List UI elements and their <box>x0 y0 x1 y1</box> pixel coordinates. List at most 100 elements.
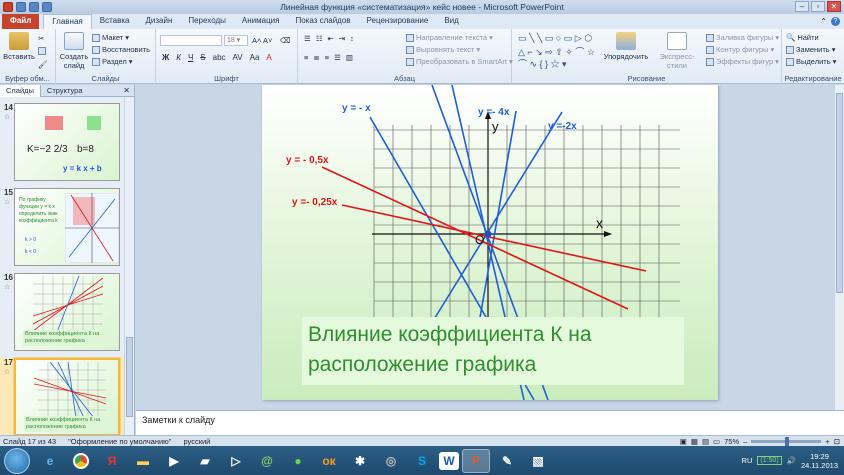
powerpoint-taskbar-icon[interactable]: P <box>462 448 490 473</box>
slide-title[interactable]: Влияние коэффициента К на расположение г… <box>302 317 684 385</box>
close-button[interactable]: ✕ <box>827 1 841 12</box>
zoom-slider-knob[interactable] <box>785 436 790 446</box>
shape-outline-button[interactable]: Контур фигуры ▾ <box>706 45 774 54</box>
font-size-select[interactable]: 18 ▾ <box>224 35 248 46</box>
clipboard-group: Вставить ✂ 🖌 Буфер обм... <box>0 29 56 84</box>
align-text-button[interactable]: Выровнять текст ▾ <box>406 45 480 54</box>
sorter-view-icon[interactable]: ▦ <box>691 437 698 446</box>
normal-view-icon[interactable]: ▣ <box>680 437 687 446</box>
font-family-select[interactable] <box>160 35 222 46</box>
label-neg-2x: y =-2x <box>548 121 577 132</box>
zoom-slider[interactable] <box>751 436 822 446</box>
slide-thumbnail[interactable]: K=−2 2/3 b=8 y = k x + b <box>14 103 120 181</box>
tab-structure-panel[interactable]: Структура <box>41 85 89 97</box>
media-player-icon[interactable]: ▶ <box>160 449 188 473</box>
format-painter-icon[interactable]: 🖌 <box>38 60 48 69</box>
minimize-button[interactable]: – <box>795 1 809 12</box>
paint-icon[interactable]: ▧ <box>524 449 552 473</box>
mail-icon[interactable]: @ <box>253 449 281 473</box>
maximize-button[interactable]: ▫ <box>811 1 825 12</box>
x-axis-label: x <box>596 215 603 231</box>
theme-name[interactable]: "Оформление по умолчанию" <box>68 437 171 446</box>
origin-point <box>484 230 492 238</box>
tab-slideshow[interactable]: Показ слайдов <box>287 14 358 29</box>
network-app-icon[interactable]: ◎ <box>377 449 405 473</box>
paste-button[interactable]: Вставить <box>3 32 35 61</box>
align-buttons[interactable]: ≡ ≣ ≡ ☰ ▥ <box>304 53 353 62</box>
slide-editor: y = - x y =- 4x y =-2x y = - 0,5x y =- 0… <box>136 85 844 410</box>
language-indicator[interactable]: RU <box>742 456 753 465</box>
odnoklassniki-icon[interactable]: ок <box>315 449 343 473</box>
tab-slides-panel[interactable]: Слайды <box>0 84 41 97</box>
current-slide[interactable]: y = - x y =- 4x y =-2x y = - 0,5x y =- 0… <box>262 85 718 400</box>
folder-icon[interactable]: ▰ <box>191 449 219 473</box>
shapes-gallery-row3[interactable]: ⌒ ∿ { } ☆ ▾ <box>518 57 567 70</box>
tab-home[interactable]: Главная <box>43 14 92 29</box>
new-slide-button[interactable]: Создать слайд <box>60 32 88 70</box>
slide-thumbnail[interactable]: Влияние коэффициента К на расположение г… <box>14 273 120 351</box>
label-neg-4x: y =- 4x <box>478 107 510 118</box>
zoom-level[interactable]: 75% <box>724 437 739 446</box>
smartart-button[interactable]: Преобразовать в SmartArt ▾ <box>406 57 513 66</box>
qip-icon[interactable]: ● <box>284 449 312 473</box>
slide-thumbnail[interactable]: По графику функции y = k x определить зн… <box>14 188 120 266</box>
fit-slide-icon[interactable]: ⊡ <box>834 437 840 446</box>
explorer-icon[interactable]: ▬ <box>129 449 157 473</box>
panel-scroll-thumb[interactable] <box>126 337 133 417</box>
cut-icon[interactable]: ✂ <box>38 34 44 43</box>
find-icon: 🔍 <box>786 33 796 42</box>
slide-thumbnail-selected[interactable]: Влияние коэффициента К на расположение г… <box>14 358 120 436</box>
word-icon[interactable]: W <box>439 451 459 470</box>
yandex-icon[interactable]: Я <box>98 449 126 473</box>
clear-format-icon[interactable]: ⌫ <box>280 36 291 45</box>
zoom-out-icon[interactable]: – <box>743 437 747 446</box>
start-button[interactable] <box>4 447 30 474</box>
text-direction-button[interactable]: Направление текста ▾ <box>406 33 493 42</box>
slideshow-view-icon[interactable]: ▭ <box>713 437 720 446</box>
language[interactable]: русский <box>183 437 210 446</box>
layout-button[interactable]: Макет ▾ <box>92 33 129 42</box>
find-button[interactable]: 🔍 Найти <box>786 33 819 42</box>
collapse-ribbon-icon[interactable]: ⌃ <box>820 17 827 26</box>
tab-transitions[interactable]: Переходы <box>180 14 234 29</box>
quick-styles-button[interactable]: Экспресс-стили <box>652 32 702 70</box>
slide-scroll-thumb[interactable] <box>836 93 843 293</box>
chrome-icon[interactable] <box>67 449 95 473</box>
clock[interactable]: 19:29 24.11.2013 <box>801 452 838 470</box>
tab-insert[interactable]: Вставка <box>92 14 138 29</box>
drawing-group: ▭ ╲ ╲ ▭ ○ ▭ ▷ ⬡ △ ⌐ ↘ ⇨ ⇧ ✧ ⌒ ☆ ⌒ ∿ { } … <box>512 29 782 84</box>
slide-scrollbar[interactable] <box>834 85 844 410</box>
section-button[interactable]: Раздел ▾ <box>92 57 133 66</box>
zoom-in-icon[interactable]: + <box>825 437 829 446</box>
grow-font-icon[interactable]: A˄ A˅ <box>252 36 272 45</box>
paragraph-group: ☰ ☷ ⇤ ⇥ ↕ Направление текста ▾ Выровнять тек… <box>298 29 513 84</box>
thumbnail-row-selected[interactable]: 17 ☆ Влияние коэффициента К на расположе… <box>0 358 124 438</box>
misc-app-icon[interactable]: ✎ <box>493 449 521 473</box>
arrange-button[interactable]: Упорядочить <box>604 32 648 61</box>
reset-button[interactable]: Восстановить <box>92 45 150 54</box>
tab-review[interactable]: Рецензирование <box>359 14 437 29</box>
list-buttons[interactable]: ☰ ☷ ⇤ ⇥ ↕ <box>304 34 354 43</box>
panel-scrollbar[interactable] <box>124 97 134 435</box>
replace-button[interactable]: Заменить ▾ <box>786 45 835 54</box>
timer-badge[interactable]: (1:50) <box>757 456 782 465</box>
tab-file[interactable]: Файл <box>2 14 40 29</box>
notes-pane[interactable]: Заметки к слайду <box>136 410 844 435</box>
skype-icon[interactable]: S <box>408 449 436 473</box>
shape-fill-button[interactable]: Заливка фигуры ▾ <box>706 33 779 42</box>
select-button[interactable]: Выделить ▾ <box>786 57 836 66</box>
tab-view[interactable]: Вид <box>436 14 466 29</box>
reading-view-icon[interactable]: ▤ <box>702 437 709 446</box>
tab-design[interactable]: Дизайн <box>137 14 180 29</box>
close-panel-icon[interactable]: ✕ <box>123 86 134 95</box>
shape-effects-button[interactable]: Эффекты фигур ▾ <box>706 57 779 66</box>
apps-icon[interactable]: ✱ <box>346 449 374 473</box>
help-icon[interactable]: ? <box>831 17 840 26</box>
copy-icon[interactable] <box>38 47 46 55</box>
font-format-buttons[interactable]: Ж К Ч Sabc AV Aa A <box>162 53 272 62</box>
volume-icon[interactable]: 🔊 <box>787 456 796 465</box>
messenger-icon[interactable]: ▷ <box>222 449 250 473</box>
ie-icon[interactable]: e <box>36 449 64 473</box>
shapes-gallery[interactable]: ▭ ╲ ╲ ▭ ○ ▭ ▷ ⬡ <box>518 33 592 44</box>
tab-animation[interactable]: Анимация <box>234 14 288 29</box>
